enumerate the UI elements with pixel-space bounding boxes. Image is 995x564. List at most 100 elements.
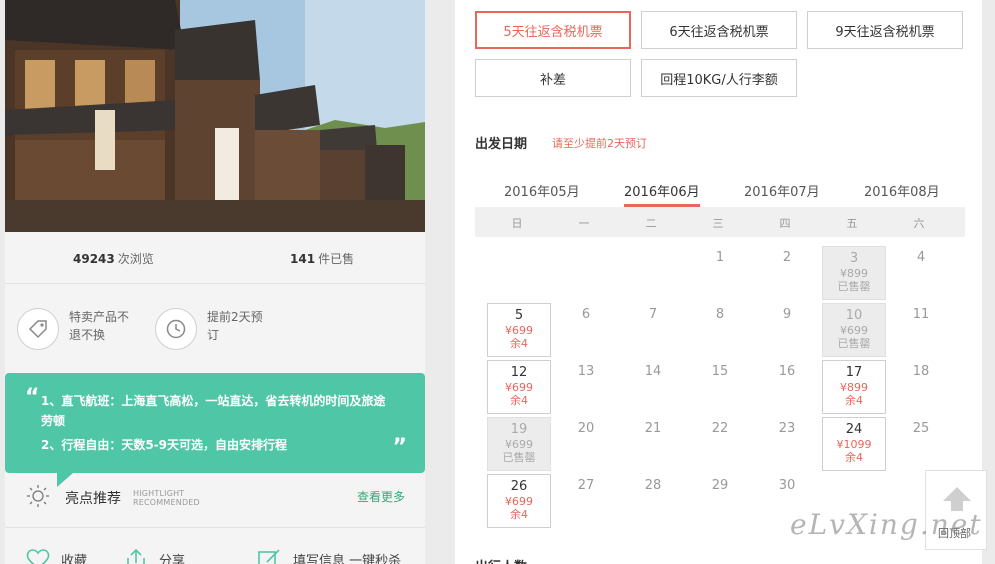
share-label: 分享 [159, 553, 186, 564]
sold-label: 件已售 [318, 252, 355, 266]
month-tab-may[interactable]: 2016年05月 [504, 181, 580, 200]
option-5day-ticket[interactable]: 5天往返含税机票 [475, 11, 631, 49]
share-button[interactable]: 分享 [123, 548, 185, 564]
day-number: 24 [845, 422, 863, 437]
day-number: 5 [514, 308, 524, 323]
booking-panel: 5天往返含税机票 6天往返含税机票 9天往返含税机票 补差 回程10KG/人行李… [455, 0, 982, 564]
views-count: 49243 [73, 252, 115, 266]
weekday-tue: 二 [645, 217, 657, 230]
recommend-en: HIGHTLIGHT RECOMMENDED [133, 489, 200, 507]
month-tab-july[interactable]: 2016年07月 [744, 181, 820, 200]
sold-stat: 141 件已售 [290, 250, 354, 267]
recommend-header: 亮点推荐 HIGHTLIGHT RECOMMENDED 查看更多 [5, 480, 425, 528]
calendar-day: 15 [711, 364, 729, 379]
calendar-day-soldout: 19 ¥699 已售罄 [487, 417, 551, 471]
travelers-label: 出行人数 [475, 556, 527, 564]
option-baggage[interactable]: 回程10KG/人行李额 [641, 59, 797, 97]
sun-icon [27, 485, 49, 507]
see-more-link[interactable]: 查看更多 [357, 488, 405, 505]
day-price: ¥899 [840, 267, 868, 280]
highlight-line: 2、行程自由：天数5-9天可选，自由安排行程 [41, 438, 288, 452]
calendar-day: 14 [644, 364, 662, 379]
calendar-day: 23 [778, 421, 796, 436]
departure-note: 请至少提前2天预订 [552, 137, 647, 150]
calendar-day: 22 [711, 421, 729, 436]
favorite-button[interactable]: 收藏 [25, 548, 87, 564]
calendar-day: 7 [648, 307, 658, 322]
month-tab-august[interactable]: 2016年08月 [864, 181, 940, 200]
fill-info-button[interactable]: 填写信息 一键秒杀 [257, 548, 401, 564]
highlight-line: 1、直飞航班：上海直飞高松，一站直达，省去转机的时间及旅途劳顿 [41, 394, 386, 428]
calendar-day-available[interactable]: 17 ¥899 余4 [822, 360, 886, 414]
day-number: 10 [845, 308, 863, 323]
calendar-day-available[interactable]: 12 ¥699 余4 [487, 360, 551, 414]
edit-icon [258, 549, 280, 564]
day-status: 已售罄 [837, 280, 871, 293]
fill-info-label: 填写信息 一键秒杀 [293, 553, 402, 564]
clock-icon [155, 308, 197, 350]
option-6day-ticket[interactable]: 6天往返含税机票 [641, 11, 797, 49]
day-price: ¥899 [840, 381, 868, 394]
calendar-day: 18 [912, 364, 930, 379]
recommend-title: 亮点推荐 [65, 491, 121, 507]
day-number: 12 [510, 365, 528, 380]
service-features: 特卖产品不退不换 提前2天预订 [5, 284, 425, 372]
calendar-day: 13 [577, 364, 595, 379]
month-tab-june[interactable]: 2016年06月 [624, 181, 700, 207]
calendar-day-available[interactable]: 5 ¥699 余4 [487, 303, 551, 357]
day-stock: 余4 [510, 508, 528, 521]
calendar-day-available[interactable]: 24 ¥1099 余4 [822, 417, 886, 471]
feature-text: 提前2天预订 [207, 310, 263, 342]
day-price: ¥699 [505, 495, 533, 508]
day-number: 19 [510, 422, 528, 437]
day-stock: 余4 [845, 451, 863, 464]
calendar-day: 2 [782, 250, 792, 265]
calendar-day: 25 [912, 421, 930, 436]
weekday-fri: 五 [846, 217, 858, 230]
calendar-day: 29 [711, 478, 729, 493]
views-stat: 49243 次浏览 [73, 250, 154, 267]
calendar-day: 8 [715, 307, 725, 322]
calendar-day: 4 [916, 250, 926, 265]
weekday-sun: 日 [511, 217, 523, 230]
day-price: ¥699 [505, 438, 533, 451]
highlights-text: 1、直飞航班：上海直飞高松，一站直达，省去转机的时间及旅途劳顿 2、行程自由：天… [41, 391, 391, 459]
open-quote-icon: “ [25, 385, 40, 410]
heart-icon [26, 549, 50, 564]
day-number: 3 [849, 251, 859, 266]
day-status: 已售罄 [837, 337, 871, 350]
option-9day-ticket[interactable]: 9天往返含税机票 [807, 11, 963, 49]
calendar-day: 30 [778, 478, 796, 493]
day-price: ¥699 [505, 324, 533, 337]
favorite-label: 收藏 [61, 553, 88, 564]
product-photo [5, 0, 425, 232]
calendar-day-available[interactable]: 26 ¥699 余4 [487, 474, 551, 528]
product-summary-panel: 49243 次浏览 141 件已售 特卖产品不退不换 提前2天预订 “ 1、直飞… [5, 0, 425, 564]
weekday-mon: 一 [578, 217, 590, 230]
sold-count: 141 [290, 252, 316, 266]
calendar-day-soldout: 10 ¥699 已售罄 [822, 303, 886, 357]
calendar-day: 1 [715, 250, 725, 265]
weekday-thu: 四 [779, 217, 791, 230]
recommend-en-line1: HIGHTLIGHT [133, 489, 185, 498]
day-price: ¥699 [505, 381, 533, 394]
feature-book-ahead: 提前2天预订 [155, 308, 271, 350]
day-number: 26 [510, 479, 528, 494]
calendar-day: 28 [644, 478, 662, 493]
watermark: eLvXing.net [790, 508, 983, 541]
calendar-day: 6 [581, 307, 591, 322]
weekday-wed: 三 [712, 217, 724, 230]
option-supplement[interactable]: 补差 [475, 59, 631, 97]
day-number: 17 [845, 365, 863, 380]
feature-text: 特卖产品不退不换 [69, 310, 130, 342]
page: 49243 次浏览 141 件已售 特卖产品不退不换 提前2天预订 “ 1、直飞… [0, 0, 995, 564]
calendar-day: 11 [912, 307, 930, 322]
calendar-day: 27 [577, 478, 595, 493]
close-quote-icon: ” [392, 435, 407, 460]
stats-bar: 49243 次浏览 141 件已售 [5, 232, 425, 284]
weekday-header: 日 一 二 三 四 五 六 [475, 207, 965, 237]
calendar-day: 16 [778, 364, 796, 379]
share-icon [127, 548, 145, 564]
day-price: ¥699 [840, 324, 868, 337]
weekday-sat: 六 [913, 217, 925, 230]
